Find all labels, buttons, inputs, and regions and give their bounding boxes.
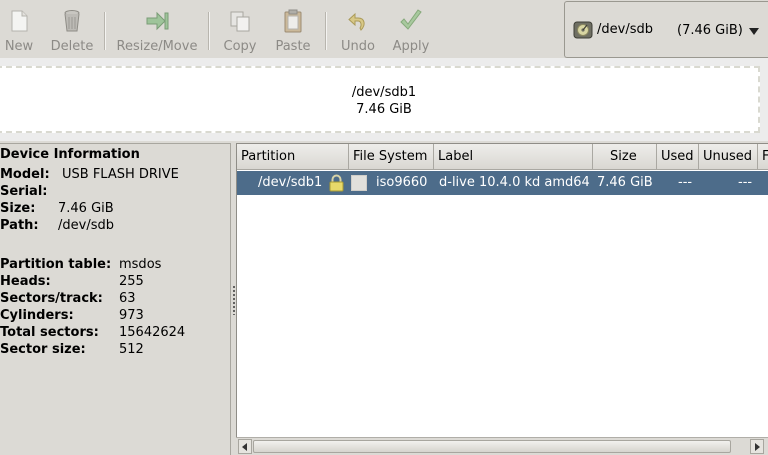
paste-clipboard-icon [284, 9, 302, 33]
toolbar-separator [325, 12, 327, 50]
column-header-used[interactable]: Used [657, 144, 699, 170]
heads-label: Heads: [0, 274, 51, 289]
sectors-track-label: Sectors/track: [0, 291, 103, 306]
heads-value: 255 [119, 274, 144, 289]
resize-move-label: Resize/Move [116, 39, 198, 54]
paste-label: Paste [275, 39, 311, 54]
paste-button[interactable]: Paste [274, 0, 312, 58]
new-button[interactable]: New [4, 0, 34, 58]
serial-label: Serial: [0, 184, 48, 199]
total-sectors-value: 15642624 [119, 325, 186, 340]
sectors-track-value: 63 [119, 291, 136, 306]
cell-used: --- [678, 175, 693, 190]
partition-table: Partition File System Label Size Used Un… [236, 143, 768, 455]
filesystem-color-swatch [351, 175, 367, 191]
partition-table-label: Partition table: [0, 257, 112, 272]
column-header-label[interactable]: Label [434, 144, 593, 170]
toolbar-separator [104, 12, 106, 50]
new-label: New [4, 39, 34, 54]
total-sectors-label: Total sectors: [0, 325, 99, 340]
toolbar-separator [208, 12, 210, 50]
model-label: Model: [0, 167, 50, 182]
checkmark-icon [400, 9, 422, 30]
partition-table-value: msdos [119, 257, 162, 272]
column-header-unused[interactable]: Unused [699, 144, 758, 170]
cylinders-label: Cylinders: [0, 308, 74, 323]
scroll-left-arrow-icon[interactable] [238, 439, 252, 454]
horizontal-scrollbar[interactable] [236, 437, 768, 455]
scrollbar-thumb[interactable] [253, 440, 731, 453]
delete-button[interactable]: Delete [49, 0, 95, 58]
new-file-icon [11, 10, 28, 32]
copy-label: Copy [223, 39, 257, 54]
toolbar: New Delete Resize/Move Copy Paste Undo A… [0, 0, 562, 58]
scroll-right-arrow-icon[interactable] [750, 439, 764, 454]
dropdown-arrow-icon[interactable] [749, 28, 759, 35]
cell-unused: --- [738, 175, 753, 190]
size-value: 7.46 GiB [58, 201, 114, 216]
undo-label: Undo [341, 39, 375, 54]
apply-label: Apply [392, 39, 430, 54]
delete-label: Delete [50, 39, 94, 54]
cell-filesystem: iso9660 [376, 175, 428, 190]
cell-label: d-live 10.4.0 kd amd64 [439, 175, 590, 190]
device-size: (7.46 GiB) [677, 23, 743, 38]
sector-size-value: 512 [119, 342, 144, 357]
lock-icon [329, 174, 344, 192]
cell-partition: /dev/sdb1 [258, 175, 323, 190]
sector-size-label: Sector size: [0, 342, 86, 357]
path-value: /dev/sdb [58, 218, 114, 233]
column-header-size[interactable]: Size [593, 144, 657, 170]
device-information-panel: Device Information Model: USB FLASH DRIV… [0, 143, 231, 455]
undo-button[interactable]: Undo [338, 0, 378, 58]
cylinders-value: 973 [119, 308, 144, 323]
partition-graph-label: /dev/sdb1 7.46 GiB [0, 84, 768, 118]
table-row[interactable]: /dev/sdb1 iso9660 d-live 10.4.0 kd amd64… [237, 171, 768, 195]
copy-icon [230, 11, 250, 32]
undo-arrow-icon [348, 12, 365, 31]
hard-disk-icon [573, 21, 593, 38]
column-header-filesystem[interactable]: File System [349, 144, 434, 170]
apply-button[interactable]: Apply [390, 0, 432, 58]
graph-partition-size: 7.46 GiB [356, 102, 412, 117]
resize-move-button[interactable]: Resize/Move [114, 0, 200, 58]
column-header-flags[interactable]: F [758, 144, 768, 170]
resize-arrow-icon [146, 11, 169, 31]
model-value: USB FLASH DRIVE [62, 167, 179, 182]
device-selector[interactable]: /dev/sdb (7.46 GiB) [564, 1, 768, 58]
copy-button[interactable]: Copy [222, 0, 258, 58]
size-label: Size: [0, 201, 36, 216]
cell-size: 7.46 GiB [597, 175, 653, 190]
trash-icon [64, 10, 80, 32]
path-label: Path: [0, 218, 39, 233]
column-header-partition[interactable]: Partition [237, 144, 349, 170]
device-name: /dev/sdb [597, 22, 653, 37]
graph-partition-name: /dev/sdb1 [351, 85, 417, 100]
device-information-title: Device Information [0, 147, 140, 162]
